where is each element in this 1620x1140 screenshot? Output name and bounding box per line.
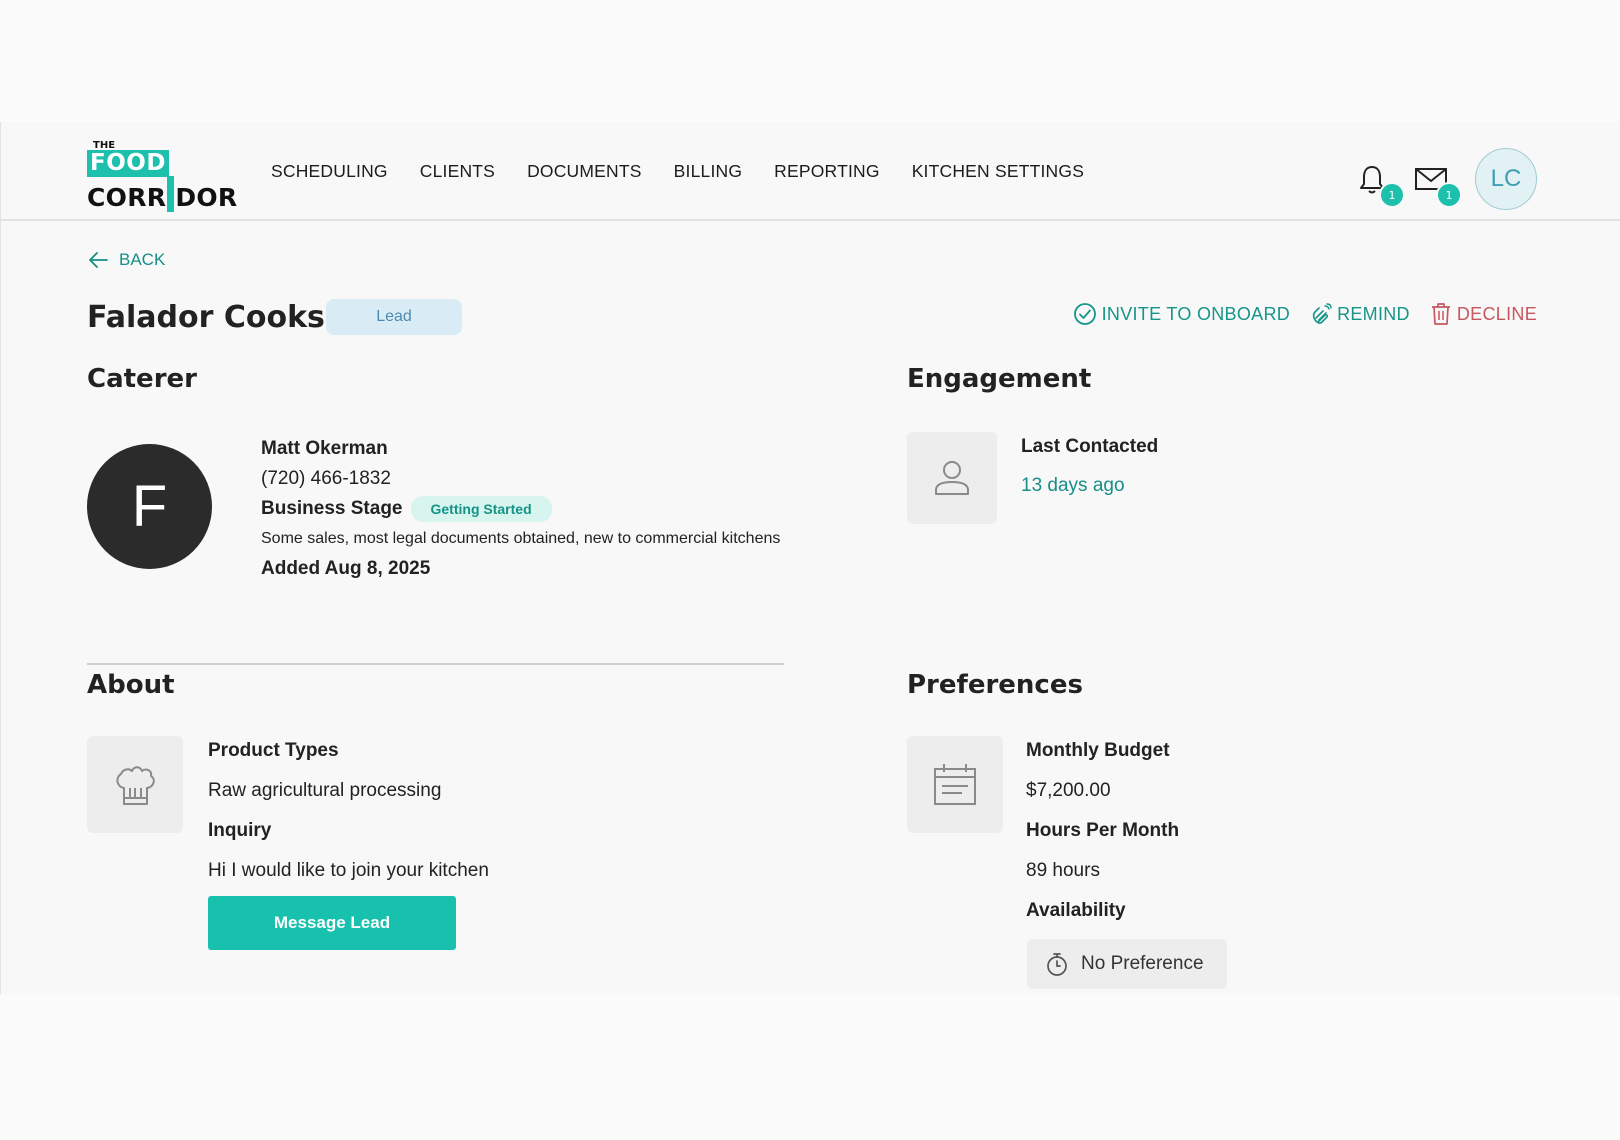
chef-hat-icon [116, 765, 155, 805]
back-link[interactable]: BACK [87, 250, 165, 270]
app-window: THE FOOD CORR DOR SCHEDULING CLIENTS DOCU… [0, 122, 1620, 995]
stopwatch-icon [1047, 953, 1067, 976]
logo-food-text: FOOD [87, 150, 169, 177]
message-lead-button[interactable]: Message Lead [208, 896, 456, 950]
user-avatar[interactable]: LC [1475, 148, 1537, 210]
caterer-avatar: F [87, 444, 212, 569]
trash-icon [1431, 303, 1450, 325]
remind-label: REMIND [1337, 303, 1410, 324]
nav-item-kitchen-settings[interactable]: KITCHEN SETTINGS [912, 161, 1084, 182]
invite-to-onboard-button[interactable]: INVITE TO ONBOARD [1073, 302, 1290, 326]
last-contacted-label: Last Contacted [1021, 436, 1159, 457]
availability-badge: No Preference [1027, 939, 1227, 989]
section-divider [87, 663, 784, 665]
messages-button[interactable]: 1 [1414, 164, 1462, 208]
page-title: Falador Cooks [87, 300, 325, 335]
caterer-heading: Caterer [87, 364, 197, 394]
nav-item-reporting[interactable]: REPORTING [774, 161, 880, 182]
nav-item-clients[interactable]: CLIENTS [420, 161, 495, 182]
caterer-details: Matt Okerman (720) 466-1832 Business Sta… [261, 434, 781, 584]
remind-button[interactable]: REMIND [1310, 303, 1410, 325]
wave-hand-icon [1312, 303, 1332, 324]
invite-label: INVITE TO ONBOARD [1101, 303, 1291, 324]
logo-corridor-text: CORR DOR [87, 176, 237, 212]
main-nav: SCHEDULING CLIENTS DOCUMENTS BILLING REP… [271, 122, 1116, 221]
logo-dor-text: DOR [175, 183, 238, 212]
back-label: BACK [119, 250, 166, 269]
monthly-budget-label: Monthly Budget [1026, 740, 1170, 761]
added-date: Added Aug 8, 2025 [261, 558, 431, 579]
contact-phone: (720) 466-1832 [261, 468, 391, 489]
messages-badge: 1 [1436, 182, 1462, 208]
hours-per-month-label: Hours Per Month [1026, 820, 1180, 841]
nav-item-scheduling[interactable]: SCHEDULING [271, 161, 388, 182]
check-circle-icon [1073, 303, 1096, 325]
inquiry-value: Hi I would like to join your kitchen [208, 860, 489, 881]
last-contacted-value: 13 days ago [1021, 475, 1125, 496]
availability-value: No Preference [1081, 953, 1204, 974]
top-navbar: THE FOOD CORR DOR SCHEDULING CLIENTS DOCU… [1, 122, 1620, 221]
about-details: Product Types Raw agricultural processin… [208, 731, 489, 891]
decline-label: DECLINE [1456, 303, 1537, 324]
notifications-badge: 1 [1379, 182, 1405, 208]
inquiry-label: Inquiry [208, 820, 272, 841]
business-stage-badge: Getting Started [410, 496, 552, 522]
engagement-icon-tile [907, 432, 997, 524]
hours-per-month-value: 89 hours [1026, 860, 1100, 881]
nav-item-billing[interactable]: BILLING [674, 161, 743, 182]
preferences-icon-tile [907, 736, 1003, 833]
nav-item-documents[interactable]: DOCUMENTS [527, 161, 642, 182]
engagement-heading: Engagement [907, 364, 1092, 394]
logo-corr-text: CORR [87, 183, 167, 212]
about-heading: About [87, 670, 175, 700]
preferences-details: Monthly Budget $7,200.00 Hours Per Month… [1026, 731, 1179, 931]
product-types-value: Raw agricultural processing [208, 780, 442, 801]
food-corridor-logo[interactable]: THE FOOD CORR DOR [87, 140, 243, 212]
lead-actions: INVITE TO ONBOARD REMIND DECLINE [1053, 302, 1537, 326]
person-icon [935, 461, 969, 495]
business-stage-description: Some sales, most legal documents obtaine… [261, 530, 781, 547]
availability-label: Availability [1026, 900, 1126, 921]
logo-bar [167, 176, 175, 212]
notifications-button[interactable]: 1 [1357, 164, 1405, 208]
product-types-label: Product Types [208, 740, 339, 761]
monthly-budget-value: $7,200.00 [1026, 780, 1111, 801]
preferences-heading: Preferences [907, 670, 1083, 700]
decline-button[interactable]: DECLINE [1430, 302, 1537, 326]
arrow-left-icon [89, 252, 108, 268]
about-icon-tile [87, 736, 183, 833]
status-badge: Lead [326, 299, 462, 335]
business-stage-row: Business Stage Getting Started [261, 494, 781, 524]
business-stage-label: Business Stage [261, 498, 403, 519]
contact-name: Matt Okerman [261, 438, 388, 459]
calendar-icon [934, 763, 976, 805]
